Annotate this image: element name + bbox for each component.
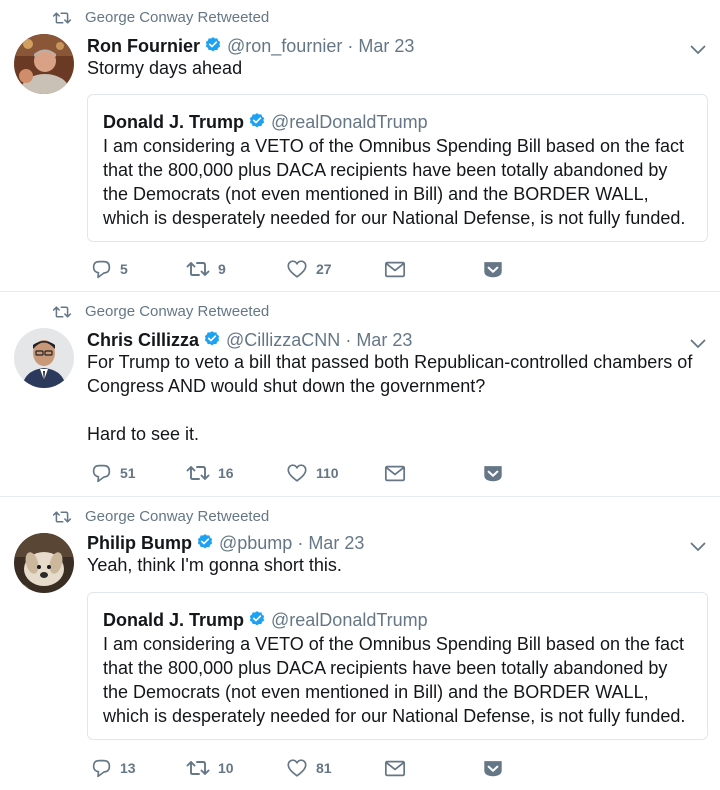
reply-count: 51	[120, 465, 136, 481]
author-handle[interactable]: @ron_fournier	[227, 36, 342, 57]
retweet-icon	[52, 304, 72, 320]
tweet-date[interactable]: Mar 23	[308, 533, 364, 554]
tweet[interactable]: George Conway Retweeted Ron Fournier @ro…	[0, 0, 720, 292]
quoted-author-name: Donald J. Trump	[103, 610, 245, 630]
like-icon	[286, 757, 308, 779]
chevron-down-icon[interactable]	[690, 336, 706, 346]
quoted-tweet[interactable]: Donald J. Trump @realDonaldTrump I am co…	[87, 94, 708, 242]
avatar[interactable]	[14, 533, 74, 593]
retweeted-by-label[interactable]: George Conway Retweeted	[85, 9, 269, 26]
save-button[interactable]	[482, 260, 504, 279]
chevron-down-icon[interactable]	[690, 539, 706, 549]
avatar[interactable]	[14, 328, 74, 388]
like-count: 27	[316, 261, 332, 277]
quoted-tweet[interactable]: Donald J. Trump @realDonaldTrump I am co…	[87, 592, 708, 740]
verified-badge-icon	[248, 610, 266, 628]
tweet[interactable]: George Conway Retweeted Chris Cillizza @…	[0, 292, 720, 497]
tweet[interactable]: George Conway Retweeted Philip Bump @pbu…	[0, 497, 720, 790]
retweet-context: George Conway Retweeted	[52, 508, 269, 525]
separator-dot: ·	[297, 533, 304, 553]
quoted-tweet-header: Donald J. Trump @realDonaldTrump	[103, 608, 428, 631]
tweet-text: Yeah, think I'm gonna short this.	[87, 555, 342, 575]
tweet-header: Ron Fournier @ron_fournier · Mar 23	[87, 34, 414, 57]
like-count: 110	[316, 465, 339, 481]
chevron-down-icon[interactable]	[690, 42, 706, 52]
reply-icon	[91, 463, 112, 484]
author-name[interactable]: Chris Cillizza	[87, 330, 199, 351]
tweet-text: For Trump to veto a bill that passed bot…	[87, 352, 693, 444]
save-icon	[482, 260, 504, 279]
retweet-context: George Conway Retweeted	[52, 303, 269, 320]
reply-count: 5	[120, 261, 128, 277]
message-icon	[384, 260, 406, 279]
like-button[interactable]: 27	[286, 258, 332, 280]
retweet-button[interactable]: 10	[186, 758, 234, 778]
quoted-tweet-header: Donald J. Trump @realDonaldTrump	[103, 110, 428, 133]
like-count: 81	[316, 760, 332, 776]
save-icon	[482, 759, 504, 778]
like-button[interactable]: 110	[286, 462, 339, 484]
reply-button[interactable]: 13	[91, 758, 136, 779]
retweet-icon	[52, 509, 72, 525]
retweet-button[interactable]: 9	[186, 259, 226, 279]
tweet-text: Stormy days ahead	[87, 58, 243, 78]
like-button[interactable]: 81	[286, 757, 332, 779]
retweet-count: 9	[218, 261, 226, 277]
verified-badge-icon	[204, 36, 222, 54]
retweet-icon	[186, 758, 210, 778]
reply-count: 13	[120, 760, 136, 776]
save-button[interactable]	[482, 759, 504, 778]
direct-message-button[interactable]	[384, 759, 406, 778]
retweet-icon	[52, 10, 72, 26]
message-icon	[384, 464, 406, 483]
direct-message-button[interactable]	[384, 464, 406, 483]
reply-icon	[91, 259, 112, 280]
direct-message-button[interactable]	[384, 260, 406, 279]
quoted-tweet-text: I am considering a VETO of the Omnibus S…	[103, 136, 686, 228]
retweet-count: 10	[218, 760, 234, 776]
like-icon	[286, 258, 308, 280]
verified-badge-icon	[248, 112, 266, 130]
quoted-author-name: Donald J. Trump	[103, 112, 245, 132]
author-name[interactable]: Philip Bump	[87, 533, 192, 554]
tweet-date[interactable]: Mar 23	[358, 36, 414, 57]
author-handle[interactable]: @CillizzaCNN	[226, 330, 340, 351]
verified-badge-icon	[196, 533, 214, 551]
avatar[interactable]	[14, 34, 74, 94]
author-name[interactable]: Ron Fournier	[87, 36, 200, 57]
tweet-header: Chris Cillizza @CillizzaCNN · Mar 23	[87, 328, 412, 351]
reply-button[interactable]: 51	[91, 463, 136, 484]
quoted-author-handle: @realDonaldTrump	[271, 112, 428, 132]
reply-button[interactable]: 5	[91, 259, 128, 280]
save-icon	[482, 464, 504, 483]
like-icon	[286, 462, 308, 484]
reply-icon	[91, 758, 112, 779]
quoted-author-handle: @realDonaldTrump	[271, 610, 428, 630]
tweet-header: Philip Bump @pbump · Mar 23	[87, 531, 364, 554]
separator-dot: ·	[345, 330, 352, 350]
retweet-context: George Conway Retweeted	[52, 9, 269, 26]
retweet-icon	[186, 259, 210, 279]
retweeted-by-label[interactable]: George Conway Retweeted	[85, 303, 269, 320]
message-icon	[384, 759, 406, 778]
tweet-date[interactable]: Mar 23	[356, 330, 412, 351]
author-handle[interactable]: @pbump	[219, 533, 292, 554]
separator-dot: ·	[347, 36, 354, 56]
retweet-button[interactable]: 16	[186, 463, 234, 483]
retweet-count: 16	[218, 465, 234, 481]
retweeted-by-label[interactable]: George Conway Retweeted	[85, 508, 269, 525]
save-button[interactable]	[482, 464, 504, 483]
verified-badge-icon	[203, 330, 221, 348]
quoted-tweet-text: I am considering a VETO of the Omnibus S…	[103, 634, 686, 726]
retweet-icon	[186, 463, 210, 483]
